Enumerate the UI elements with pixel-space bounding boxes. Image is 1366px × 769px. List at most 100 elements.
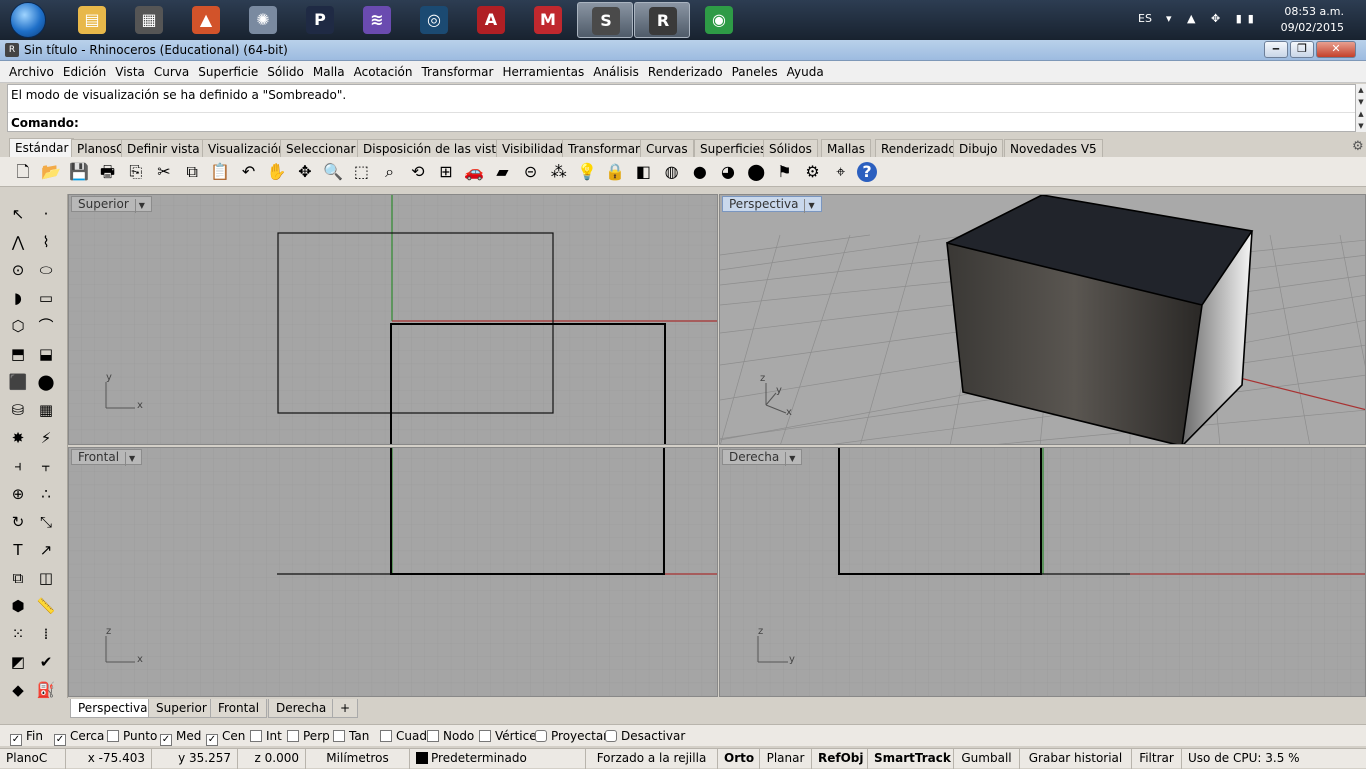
arc-icon[interactable]: ◗ [6, 286, 30, 310]
explode-icon[interactable]: ✸ [6, 426, 30, 450]
osnap-checkbox[interactable] [427, 730, 439, 742]
sublime-app[interactable]: S [577, 2, 633, 38]
viewport-perspective-label[interactable]: Perspectiva ▼ [722, 196, 822, 213]
zoom-window-icon[interactable]: ⬚ [349, 160, 373, 184]
filter-toggle[interactable]: Filtrar [1132, 749, 1182, 769]
import-icon[interactable]: ⎘ [124, 160, 148, 184]
group-icon[interactable]: ⧉ [6, 566, 30, 590]
menu-item-13[interactable]: Ayuda [787, 61, 824, 79]
curve-icon[interactable]: ⌇ [34, 230, 58, 254]
chevron-down-icon[interactable]: ▼ [785, 452, 795, 466]
osnap-checkbox[interactable]: ✓ [206, 734, 218, 746]
menu-item-6[interactable]: Malla [313, 61, 345, 79]
window-title-bar[interactable]: R Sin título - Rhinoceros (Educational) … [0, 40, 1366, 61]
atom-app[interactable]: ✺ [235, 2, 291, 38]
ellipse-icon[interactable]: ⬭ [34, 258, 58, 282]
layer-indicator[interactable]: Predeterminado [410, 749, 586, 769]
osnap-3[interactable]: ✓ Med [160, 729, 201, 746]
record-history-toggle[interactable]: Grabar historial [1020, 749, 1132, 769]
toolbar-tab-13[interactable]: Dibujo [953, 139, 1004, 157]
osnap-1[interactable]: ✓ Cerca [54, 729, 104, 746]
viewport-tab-2[interactable]: Frontal [210, 699, 268, 718]
toolbar-tab-11[interactable]: Mallas [821, 139, 871, 157]
menu-item-2[interactable]: Vista [115, 61, 145, 79]
toolbar-tab-8[interactable]: Curvas [640, 139, 694, 157]
osnap-checkbox[interactable] [287, 730, 299, 742]
menu-item-4[interactable]: Superficie [198, 61, 258, 79]
osnap-checkbox[interactable]: ✓ [54, 734, 66, 746]
osnap-0[interactable]: ✓ Fin [10, 729, 43, 746]
snap-icon[interactable]: ⊝ [519, 160, 543, 184]
chrome-app[interactable]: ◉ [691, 2, 747, 38]
app-p[interactable]: P [292, 2, 348, 38]
viewport-top-label[interactable]: Superior ▼ [71, 196, 152, 213]
ruler-icon[interactable]: 📏 [34, 594, 58, 618]
clock-date[interactable]: 09/02/2015 [1281, 21, 1344, 34]
cplane-indicator[interactable]: PlanoC [0, 749, 66, 769]
steam-app[interactable]: ◎ [406, 2, 462, 38]
shaded-sphere-icon[interactable]: ● [688, 160, 712, 184]
help-icon[interactable]: ? [857, 162, 877, 182]
layers-icon[interactable]: ◧ [631, 160, 655, 184]
menu-item-12[interactable]: Paneles [732, 61, 778, 79]
new-file-icon[interactable]: 🗋 [11, 160, 35, 184]
rotate-icon[interactable]: ↻ [6, 510, 30, 534]
units-indicator[interactable]: Milímetros [306, 749, 410, 769]
check-icon[interactable]: ✔ [34, 650, 58, 674]
explorer-app[interactable]: ▤ [64, 2, 120, 38]
viewport-tab-1[interactable]: Superior [148, 699, 215, 718]
viewport-right-label[interactable]: Derecha ▼ [722, 449, 803, 466]
menu-item-7[interactable]: Acotación [354, 61, 413, 79]
clock-time[interactable]: 08:53 a.m. [1284, 5, 1344, 18]
menu-item-5[interactable]: Sólido [267, 61, 304, 79]
viewport-front-canvas[interactable] [69, 448, 718, 697]
toolbar-tab-4[interactable]: Seleccionar [280, 139, 362, 157]
dimension-side-icon[interactable]: ↗ [34, 538, 58, 562]
viewport-top-canvas[interactable] [69, 195, 718, 445]
distance-icon[interactable]: ⁞ [34, 622, 58, 646]
osnap-6[interactable]: Perp [287, 729, 330, 743]
blue-sphere-icon[interactable]: ⬤ [744, 160, 768, 184]
zoom-selected-icon[interactable]: ⌕ [378, 160, 402, 184]
menu-item-9[interactable]: Herramientas [502, 61, 584, 79]
viewport-front-label[interactable]: Frontal ▼ [71, 449, 143, 466]
app-pro[interactable]: ▦ [121, 2, 177, 38]
split-icon[interactable]: ⫞ [6, 454, 30, 478]
language-indicator[interactable]: ES [1138, 12, 1152, 25]
rhino-app[interactable]: R [634, 2, 690, 38]
command-area[interactable]: El modo de visualización se ha definido … [7, 84, 1356, 132]
viewport-tab-0[interactable]: Perspectiva [70, 699, 156, 718]
lock-icon[interactable]: 🔒 [603, 160, 627, 184]
analyze-icon[interactable]: ◩ [6, 650, 30, 674]
menu-item-3[interactable]: Curva [154, 61, 189, 79]
car-icon[interactable]: 🚗 [462, 160, 486, 184]
light-bulb-icon[interactable]: 💡 [575, 160, 599, 184]
cut-icon[interactable]: ✂ [152, 160, 176, 184]
toolbar-tab-12[interactable]: Renderizado [875, 139, 962, 157]
array-icon[interactable]: ∴ [34, 482, 58, 506]
rectangle-icon[interactable]: ▭ [34, 286, 58, 310]
osnap-checkbox[interactable] [605, 730, 617, 742]
scale-icon[interactable]: ⤡ [34, 510, 58, 534]
smarttrack-toggle[interactable]: SmartTrack [868, 749, 954, 769]
open-file-icon[interactable]: 📂 [39, 160, 63, 184]
surface-points-icon[interactable]: ⬒ [6, 342, 30, 366]
zoom-icon[interactable]: 🔍 [321, 160, 345, 184]
mplabide-app[interactable]: M [520, 2, 576, 38]
viewport-perspective[interactable]: x y z Perspectiva ▼ [719, 194, 1366, 445]
osnap-9[interactable]: Nodo [427, 729, 474, 743]
osnap-checkbox[interactable] [479, 730, 491, 742]
chevron-down-icon[interactable]: ▼ [125, 452, 135, 466]
osnap-2[interactable]: Punto [107, 729, 157, 743]
tray-icons[interactable]: ▾ ▲ ✥ ▮▮ [1166, 12, 1260, 25]
extrude-curve-icon[interactable]: ⬓ [34, 342, 58, 366]
render-preview-icon[interactable]: ▰ [490, 160, 514, 184]
viewport-perspective-canvas[interactable] [720, 195, 1366, 445]
pan-hand-icon[interactable]: ✋ [265, 160, 289, 184]
menu-item-8[interactable]: Transformar [421, 61, 493, 79]
osnap-checkbox[interactable]: ✓ [160, 734, 172, 746]
point-icon[interactable]: · [34, 202, 58, 226]
select-points-icon[interactable]: ⁂ [547, 160, 571, 184]
paint-bucket-icon[interactable]: ⛽ [34, 678, 58, 702]
osnap-12[interactable]: Desactivar [605, 729, 685, 743]
